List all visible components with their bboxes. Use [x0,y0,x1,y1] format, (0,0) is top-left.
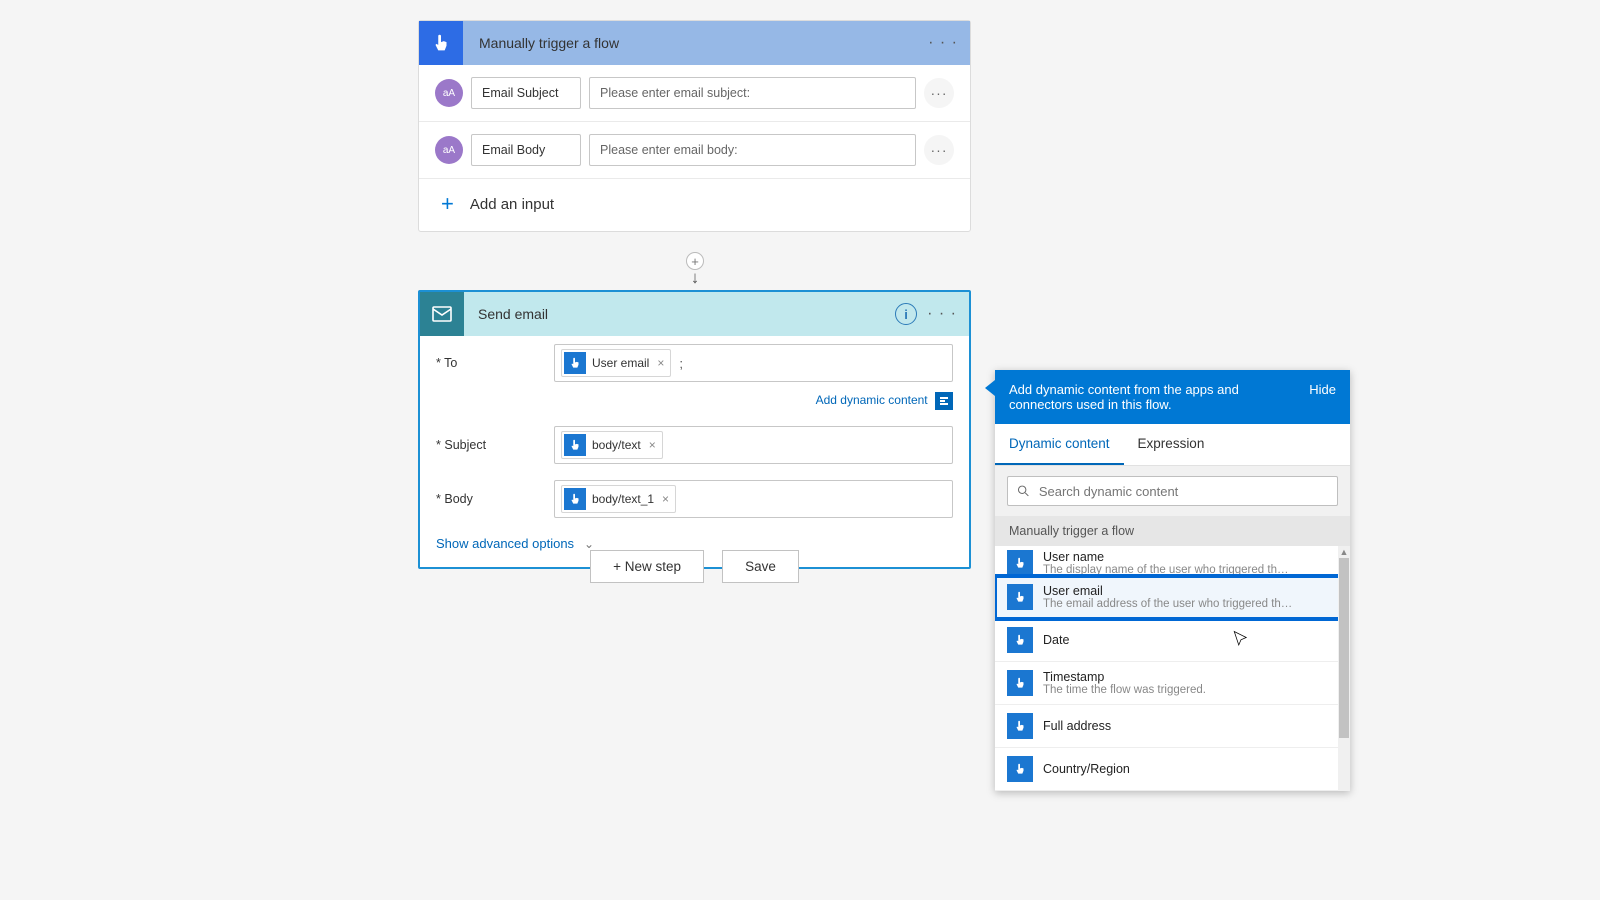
token-text: body/text_1 [590,492,656,506]
action-header[interactable]: Send email i · · · [420,292,969,336]
token-text: body/text [590,438,643,452]
list-item-highlighted[interactable]: User email The email address of the user… [995,576,1350,619]
trigger-token-icon [1007,670,1033,696]
add-input-label: Add an input [470,196,554,213]
item-desc: The email address of the user who trigge… [1043,598,1293,610]
dynamic-content-icon[interactable] [935,392,953,410]
item-title: User email [1043,584,1293,598]
list-item[interactable]: Full address [995,705,1350,748]
item-title: Full address [1043,719,1111,733]
scrollbar[interactable]: ▲ [1338,546,1350,791]
token-remove-button[interactable]: × [660,492,671,506]
connector-arrow[interactable]: + ↓ [690,252,700,290]
hand-tap-icon [419,21,463,65]
item-title: Timestamp [1043,670,1206,684]
token-separator: ; [675,356,683,371]
plus-icon: + [441,191,454,217]
token-text: User email [590,356,651,370]
list-item[interactable]: Timestamp The time the flow was triggere… [995,662,1350,705]
add-input-button[interactable]: + Add an input [419,179,970,231]
trigger-card: Manually trigger a flow · · · aA ··· aA … [418,20,971,232]
input-name-field[interactable] [471,77,581,109]
item-desc: The time the flow was triggered. [1043,684,1206,696]
input-prompt-field[interactable] [589,134,916,166]
subject-input[interactable]: body/text × [554,426,953,464]
new-step-button[interactable]: + New step [590,550,704,583]
add-dynamic-content-link[interactable]: Add dynamic content [816,393,928,407]
panel-header-text: Add dynamic content from the apps and co… [1009,382,1299,412]
subject-field-row: * Subject body/text × [420,418,969,472]
search-input[interactable] [1039,484,1329,499]
item-desc: The display name of the user who trigger… [1043,564,1293,576]
action-buttons: + New step Save [418,550,971,583]
tab-expression[interactable]: Expression [1124,424,1219,465]
trigger-token-icon [564,488,586,510]
item-title: User name [1043,550,1293,564]
subject-label: * Subject [436,438,554,452]
list-item[interactable]: User name The display name of the user w… [995,546,1350,576]
trigger-token-icon [1007,756,1033,782]
trigger-input-row: aA ··· [419,65,970,122]
to-input[interactable]: User email × ; [554,344,953,382]
body-field-row: * Body body/text_1 × [420,472,969,526]
search-wrapper [995,466,1350,516]
trigger-header[interactable]: Manually trigger a flow · · · [419,21,970,65]
to-field-row: * To User email × ; [420,336,969,390]
list-item[interactable]: Country/Region [995,748,1350,791]
body-input[interactable]: body/text_1 × [554,480,953,518]
tab-dynamic-content[interactable]: Dynamic content [995,424,1124,465]
trigger-token-icon [564,434,586,456]
input-options-button[interactable]: ··· [924,78,954,108]
dynamic-token[interactable]: body/text × [561,431,663,459]
trigger-title: Manually trigger a flow [463,35,619,51]
action-card: Send email i · · · * To User email × ; A… [418,290,971,569]
text-type-icon: aA [435,136,463,164]
trigger-token-icon [1007,713,1033,739]
item-title: Country/Region [1043,762,1130,776]
token-remove-button[interactable]: × [647,438,658,452]
list-item[interactable]: Date [995,619,1350,662]
action-title: Send email [464,306,548,322]
input-options-button[interactable]: ··· [924,135,954,165]
save-button[interactable]: Save [722,550,799,583]
trigger-menu-button[interactable]: · · · [928,21,958,65]
hide-panel-button[interactable]: Hide [1309,382,1336,397]
text-type-icon: aA [435,79,463,107]
action-menu-button[interactable]: · · · [927,292,957,336]
search-box[interactable] [1007,476,1338,506]
panel-section-title: Manually trigger a flow [995,516,1350,546]
trigger-token-icon [1007,550,1033,576]
dynamic-token[interactable]: User email × [561,349,671,377]
body-label: * Body [436,492,554,506]
arrow-down-icon: ↓ [691,268,700,288]
panel-header: Add dynamic content from the apps and co… [995,370,1350,424]
mail-icon [420,292,464,336]
trigger-token-icon [1007,584,1033,610]
panel-callout-arrow [985,380,995,396]
input-name-field[interactable] [471,134,581,166]
token-remove-button[interactable]: × [655,356,666,370]
trigger-token-icon [1007,627,1033,653]
add-dynamic-content-row: Add dynamic content [420,390,969,418]
to-label: * To [436,356,554,370]
items-list: User name The display name of the user w… [995,546,1350,791]
item-title: Date [1043,633,1069,647]
trigger-token-icon [564,352,586,374]
scroll-up-icon[interactable]: ▲ [1338,546,1350,558]
search-icon [1016,483,1031,499]
input-prompt-field[interactable] [589,77,916,109]
scroll-thumb[interactable] [1339,558,1349,738]
chevron-down-icon: ⌄ [584,537,594,551]
info-icon[interactable]: i [895,303,917,325]
panel-tabs: Dynamic content Expression [995,424,1350,466]
dynamic-token[interactable]: body/text_1 × [561,485,676,513]
trigger-input-row: aA ··· [419,122,970,179]
dynamic-content-panel: Add dynamic content from the apps and co… [995,370,1350,791]
